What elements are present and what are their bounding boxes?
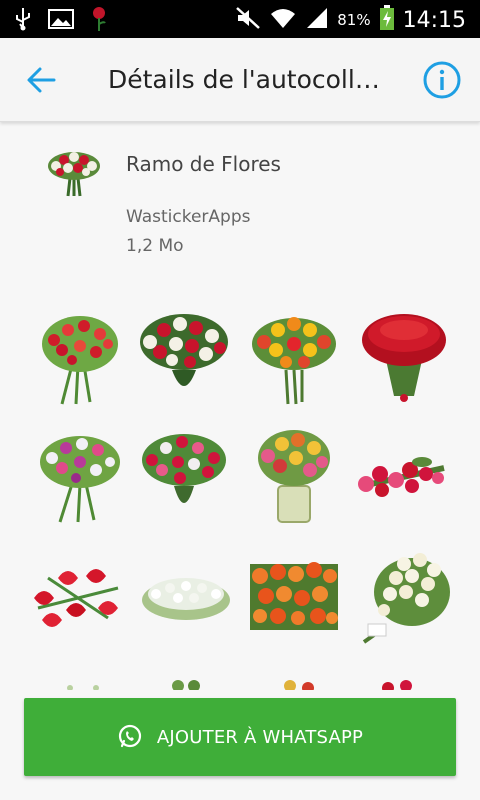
back-button[interactable]	[24, 64, 60, 96]
pack-name: Ramo de Flores	[126, 152, 281, 176]
status-bar: 81% 14:15	[0, 0, 480, 38]
add-to-whatsapp-button[interactable]: AJOUTER À WHATSAPP	[24, 698, 456, 776]
battery-charging-icon	[379, 5, 395, 35]
gallery-icon	[48, 8, 74, 34]
sticker-red-tulips[interactable]	[28, 548, 124, 644]
signal-icon	[305, 6, 329, 34]
sticker-roses-lying[interactable]	[352, 428, 448, 524]
sticker-mixed-bouquet[interactable]	[32, 310, 128, 406]
sticker-yellow-orange-roses[interactable]	[246, 310, 342, 406]
arrow-back-icon	[27, 67, 56, 93]
sticker-row4-2[interactable]	[150, 674, 246, 690]
info-button[interactable]	[422, 60, 462, 100]
sticker-red-rose-dome[interactable]	[356, 310, 452, 406]
usb-icon	[14, 7, 32, 35]
app-bar: Détails de l'autocoll…	[0, 38, 480, 122]
sticker-red-pink-bouquet[interactable]	[136, 428, 232, 524]
info-icon	[423, 61, 461, 99]
sticker-vase-bouquet[interactable]	[254, 428, 350, 524]
whatsapp-icon	[118, 724, 141, 748]
page-title: Détails de l'autocoll…	[108, 65, 380, 94]
sticker-white-snowdrops[interactable]	[138, 548, 234, 644]
sticker-grid	[0, 300, 480, 690]
pack-publisher: WastickerApps	[126, 207, 251, 227]
clock: 14:15	[402, 7, 466, 33]
rose-notification-icon	[90, 6, 108, 36]
sticker-red-white-roses[interactable]	[136, 310, 232, 406]
sticker-orange-roses[interactable]	[246, 548, 342, 644]
battery-percent: 81%	[337, 11, 371, 29]
pack-tray-icon	[46, 148, 102, 198]
pack-size: 1,2 Mo	[126, 236, 184, 256]
sticker-row4-3[interactable]	[260, 674, 356, 690]
sticker-row4-4[interactable]	[360, 674, 456, 690]
mute-icon	[235, 6, 261, 34]
sticker-pink-white-bouquet[interactable]	[32, 428, 128, 524]
sticker-row4-1[interactable]	[40, 674, 136, 690]
sticker-white-roses[interactable]	[354, 548, 450, 644]
wifi-icon	[269, 6, 297, 34]
add-to-whatsapp-label: AJOUTER À WHATSAPP	[156, 726, 364, 748]
